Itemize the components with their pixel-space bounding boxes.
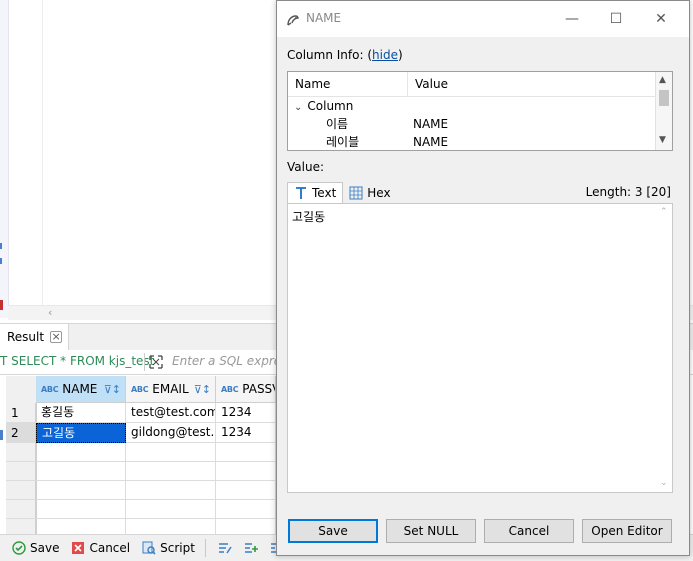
tab-result-label: Result (7, 330, 45, 344)
tab-hex-label: Hex (367, 185, 391, 200)
scroll-left-icon[interactable]: ‹ (48, 306, 52, 319)
filter-sort-icon[interactable]: ⊽↕ (194, 383, 211, 396)
text-type-icon: ABC (221, 384, 239, 394)
cancel-label: Cancel (89, 541, 131, 555)
column-info-table[interactable]: Name Value ⌄ Column 이름 NAME 레이블 NAME ▲ ▼ (287, 71, 673, 151)
hex-icon (349, 186, 363, 199)
save-label: Save (30, 541, 60, 555)
line-marker (0, 243, 2, 249)
hide-link[interactable]: hide (372, 48, 398, 62)
row-marker (0, 430, 3, 440)
tab-text[interactable]: Text (287, 182, 344, 203)
dialog-titlebar[interactable]: NAME — ☐ ✕ (277, 1, 689, 37)
text-type-icon: ABC (131, 384, 149, 394)
property-row[interactable]: 이름 NAME (288, 115, 658, 133)
column-info-text: Column Info: ( (287, 48, 373, 62)
query-text: T SELECT * FROM kjs_test (0, 354, 155, 368)
divider (144, 353, 145, 371)
column-header-email[interactable]: ABC EMAIL ⊽↕ (126, 376, 216, 403)
length-label: Length: 3 [20] (585, 185, 671, 199)
header-value: Value (415, 77, 448, 91)
line-marker (0, 258, 2, 264)
close-icon[interactable]: × (50, 331, 63, 343)
check-circle-icon (12, 541, 26, 555)
minimize-icon[interactable]: — (559, 9, 585, 29)
text-type-icon: ABC (41, 384, 59, 394)
dbeaver-logo-icon (287, 15, 299, 26)
editor-margin-line (42, 0, 43, 305)
tab-hex[interactable]: Hex (343, 182, 396, 203)
scroll-thumb[interactable] (659, 90, 669, 106)
column-info-label: Column Info: (hide) (287, 48, 403, 62)
divider (204, 539, 206, 557)
cancel-x-icon (72, 542, 85, 554)
column-header-name[interactable]: ABC NAME ⊽↕ (36, 376, 126, 403)
value-editor-dialog: NAME — ☐ ✕ Column Info: (hide) Name Valu… (276, 0, 690, 556)
scroll-up-icon[interactable]: ▲ (659, 75, 666, 85)
table-cell[interactable]: 1234 (216, 403, 276, 423)
row-number[interactable]: 2 (6, 423, 36, 443)
column-header-password[interactable]: ABC PASSV (216, 376, 276, 403)
column-header-label: NAME (62, 382, 98, 396)
expand-filter-icon[interactable] (148, 354, 164, 370)
script-search-icon (142, 541, 156, 555)
edit-row-icon (218, 543, 232, 554)
tab-result[interactable]: Result × (0, 324, 70, 350)
save-button[interactable]: Save (288, 519, 378, 543)
tree-group-row[interactable]: ⌄ Column (288, 97, 658, 115)
value-textarea[interactable]: 고길동 ⌃ ⌄ (287, 203, 673, 493)
column-header-label: PASSV (242, 382, 275, 396)
property-key: 레이블 (326, 135, 360, 149)
tree-group-label: Column (307, 99, 354, 113)
property-value: NAME (413, 117, 449, 131)
table-cell[interactable]: test@test.com (126, 403, 216, 423)
column-info-header: Name Value (288, 72, 658, 97)
value-scrollbar[interactable]: ⌃ ⌄ (658, 204, 672, 492)
column-info-close-paren: ) (397, 48, 403, 62)
property-key: 이름 (326, 117, 349, 131)
value-text[interactable]: 고길동 (292, 208, 325, 225)
value-tabs: Text Hex (287, 182, 397, 203)
table-cell[interactable]: 홍길동 (36, 403, 126, 423)
dialog-title: NAME (306, 11, 342, 25)
property-value: NAME (413, 135, 449, 149)
script-button[interactable]: Script (142, 541, 195, 555)
value-label: Value: (287, 160, 324, 174)
header-name: Name (288, 72, 408, 96)
add-row-button[interactable] (244, 541, 258, 555)
save-button[interactable]: Save (12, 541, 59, 555)
column-header-label: EMAIL (152, 382, 189, 396)
close-icon[interactable]: ✕ (648, 9, 674, 29)
table-cell-selected[interactable]: 고길동 (36, 423, 126, 443)
scroll-down-icon[interactable]: ▼ (659, 135, 666, 145)
grid-header: ABC NAME ⊽↕ ABC EMAIL ⊽↕ ABC PASSV (36, 376, 276, 403)
scroll-down-icon[interactable]: ⌄ (660, 478, 668, 488)
row-number[interactable]: 1 (6, 403, 36, 423)
tab-text-label: Text (312, 186, 337, 200)
set-null-button[interactable]: Set NULL (386, 519, 476, 543)
table-cell[interactable]: 1234 (216, 423, 276, 443)
script-label: Script (160, 541, 195, 555)
filter-sort-icon[interactable]: ⊽↕ (104, 383, 121, 396)
table-cell[interactable]: gildong@test.co (126, 423, 216, 443)
cancel-button[interactable]: Cancel (484, 519, 574, 543)
open-editor-button[interactable]: Open Editor (582, 519, 672, 543)
property-row[interactable]: 레이블 NAME (288, 133, 658, 150)
cancel-button[interactable]: Cancel (71, 541, 130, 555)
text-icon (296, 187, 306, 199)
edit-row-button[interactable] (218, 541, 232, 555)
error-marker (0, 300, 3, 310)
column-info-scrollbar[interactable]: ▲ ▼ (655, 72, 672, 150)
add-row-icon (244, 543, 258, 553)
scroll-up-icon[interactable]: ⌃ (660, 207, 668, 217)
maximize-icon[interactable]: ☐ (603, 9, 629, 29)
editor-gutter (0, 0, 9, 318)
